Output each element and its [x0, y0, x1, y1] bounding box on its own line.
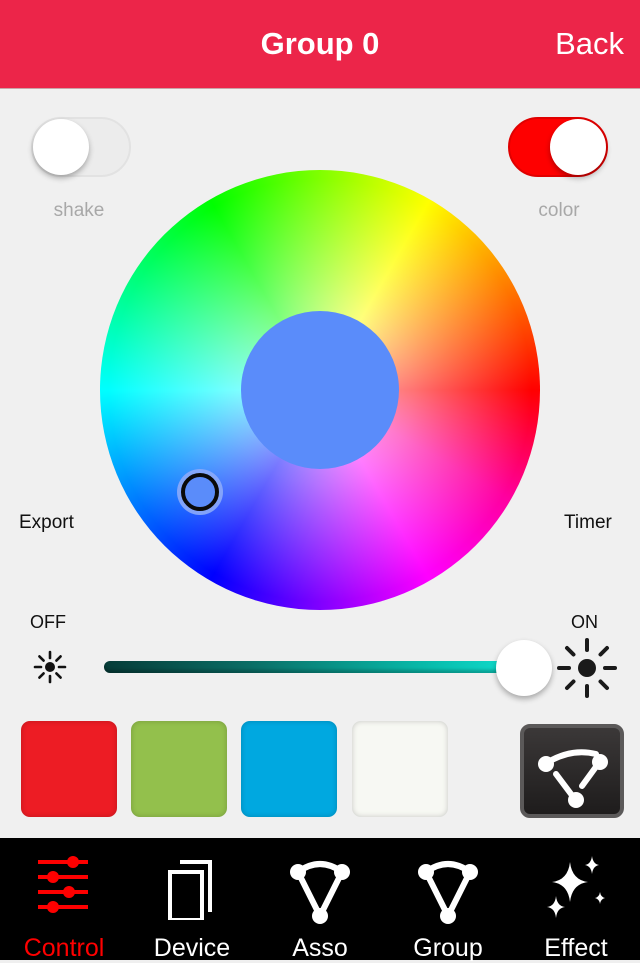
tab-device[interactable]: Device	[128, 838, 256, 962]
selected-color-preview	[241, 311, 399, 469]
tab-label: Asso	[292, 934, 348, 962]
tab-asso[interactable]: Asso	[256, 838, 384, 962]
shake-toggle[interactable]	[31, 117, 131, 177]
association-icon	[538, 749, 608, 808]
ring-selector-icon[interactable]	[181, 473, 219, 511]
export-button[interactable]: Export	[19, 512, 74, 534]
brightness-on-label: ON	[571, 612, 598, 632]
sliders-icon	[38, 856, 88, 913]
tab-label: Group	[413, 934, 483, 962]
preset-swatch-red[interactable]	[21, 721, 117, 817]
preset-swatch-blue[interactable]	[241, 721, 337, 817]
devices-icon	[168, 860, 212, 920]
tab-group[interactable]: Group	[384, 838, 512, 962]
brightness-slider-track[interactable]	[104, 661, 524, 673]
brightness-off-label: OFF	[30, 612, 66, 632]
color-label: color	[538, 200, 580, 221]
timer-button[interactable]: Timer	[564, 512, 612, 534]
preset-swatch-white[interactable]	[352, 721, 448, 817]
group-icon	[418, 861, 478, 924]
color-toggle[interactable]	[508, 117, 608, 177]
tab-label: Effect	[544, 934, 608, 962]
toggle-knob	[33, 119, 89, 175]
association-button[interactable]	[520, 724, 624, 818]
shake-label: shake	[53, 200, 105, 221]
preset-swatch-green[interactable]	[131, 721, 227, 817]
page-title: Group 0	[260, 26, 380, 61]
tab-control[interactable]: Control	[0, 838, 128, 962]
back-button[interactable]: Back	[555, 26, 624, 62]
brightness-slider-thumb[interactable]	[496, 640, 552, 696]
tab-label: Device	[153, 934, 231, 962]
control-panel: shake color Export Timer OFF ON	[0, 89, 640, 838]
tab-label: Control	[23, 934, 105, 962]
sun-small-icon	[33, 650, 67, 684]
toggle-knob	[550, 119, 606, 175]
navigation-bar: Group 0 Back	[0, 0, 640, 89]
sparkles-icon	[547, 856, 605, 918]
tab-effect[interactable]: Effect	[512, 838, 640, 962]
association-icon	[290, 861, 350, 924]
tab-bar: Control Device Asso Group Effect	[0, 838, 640, 962]
sun-large-icon	[557, 638, 617, 698]
